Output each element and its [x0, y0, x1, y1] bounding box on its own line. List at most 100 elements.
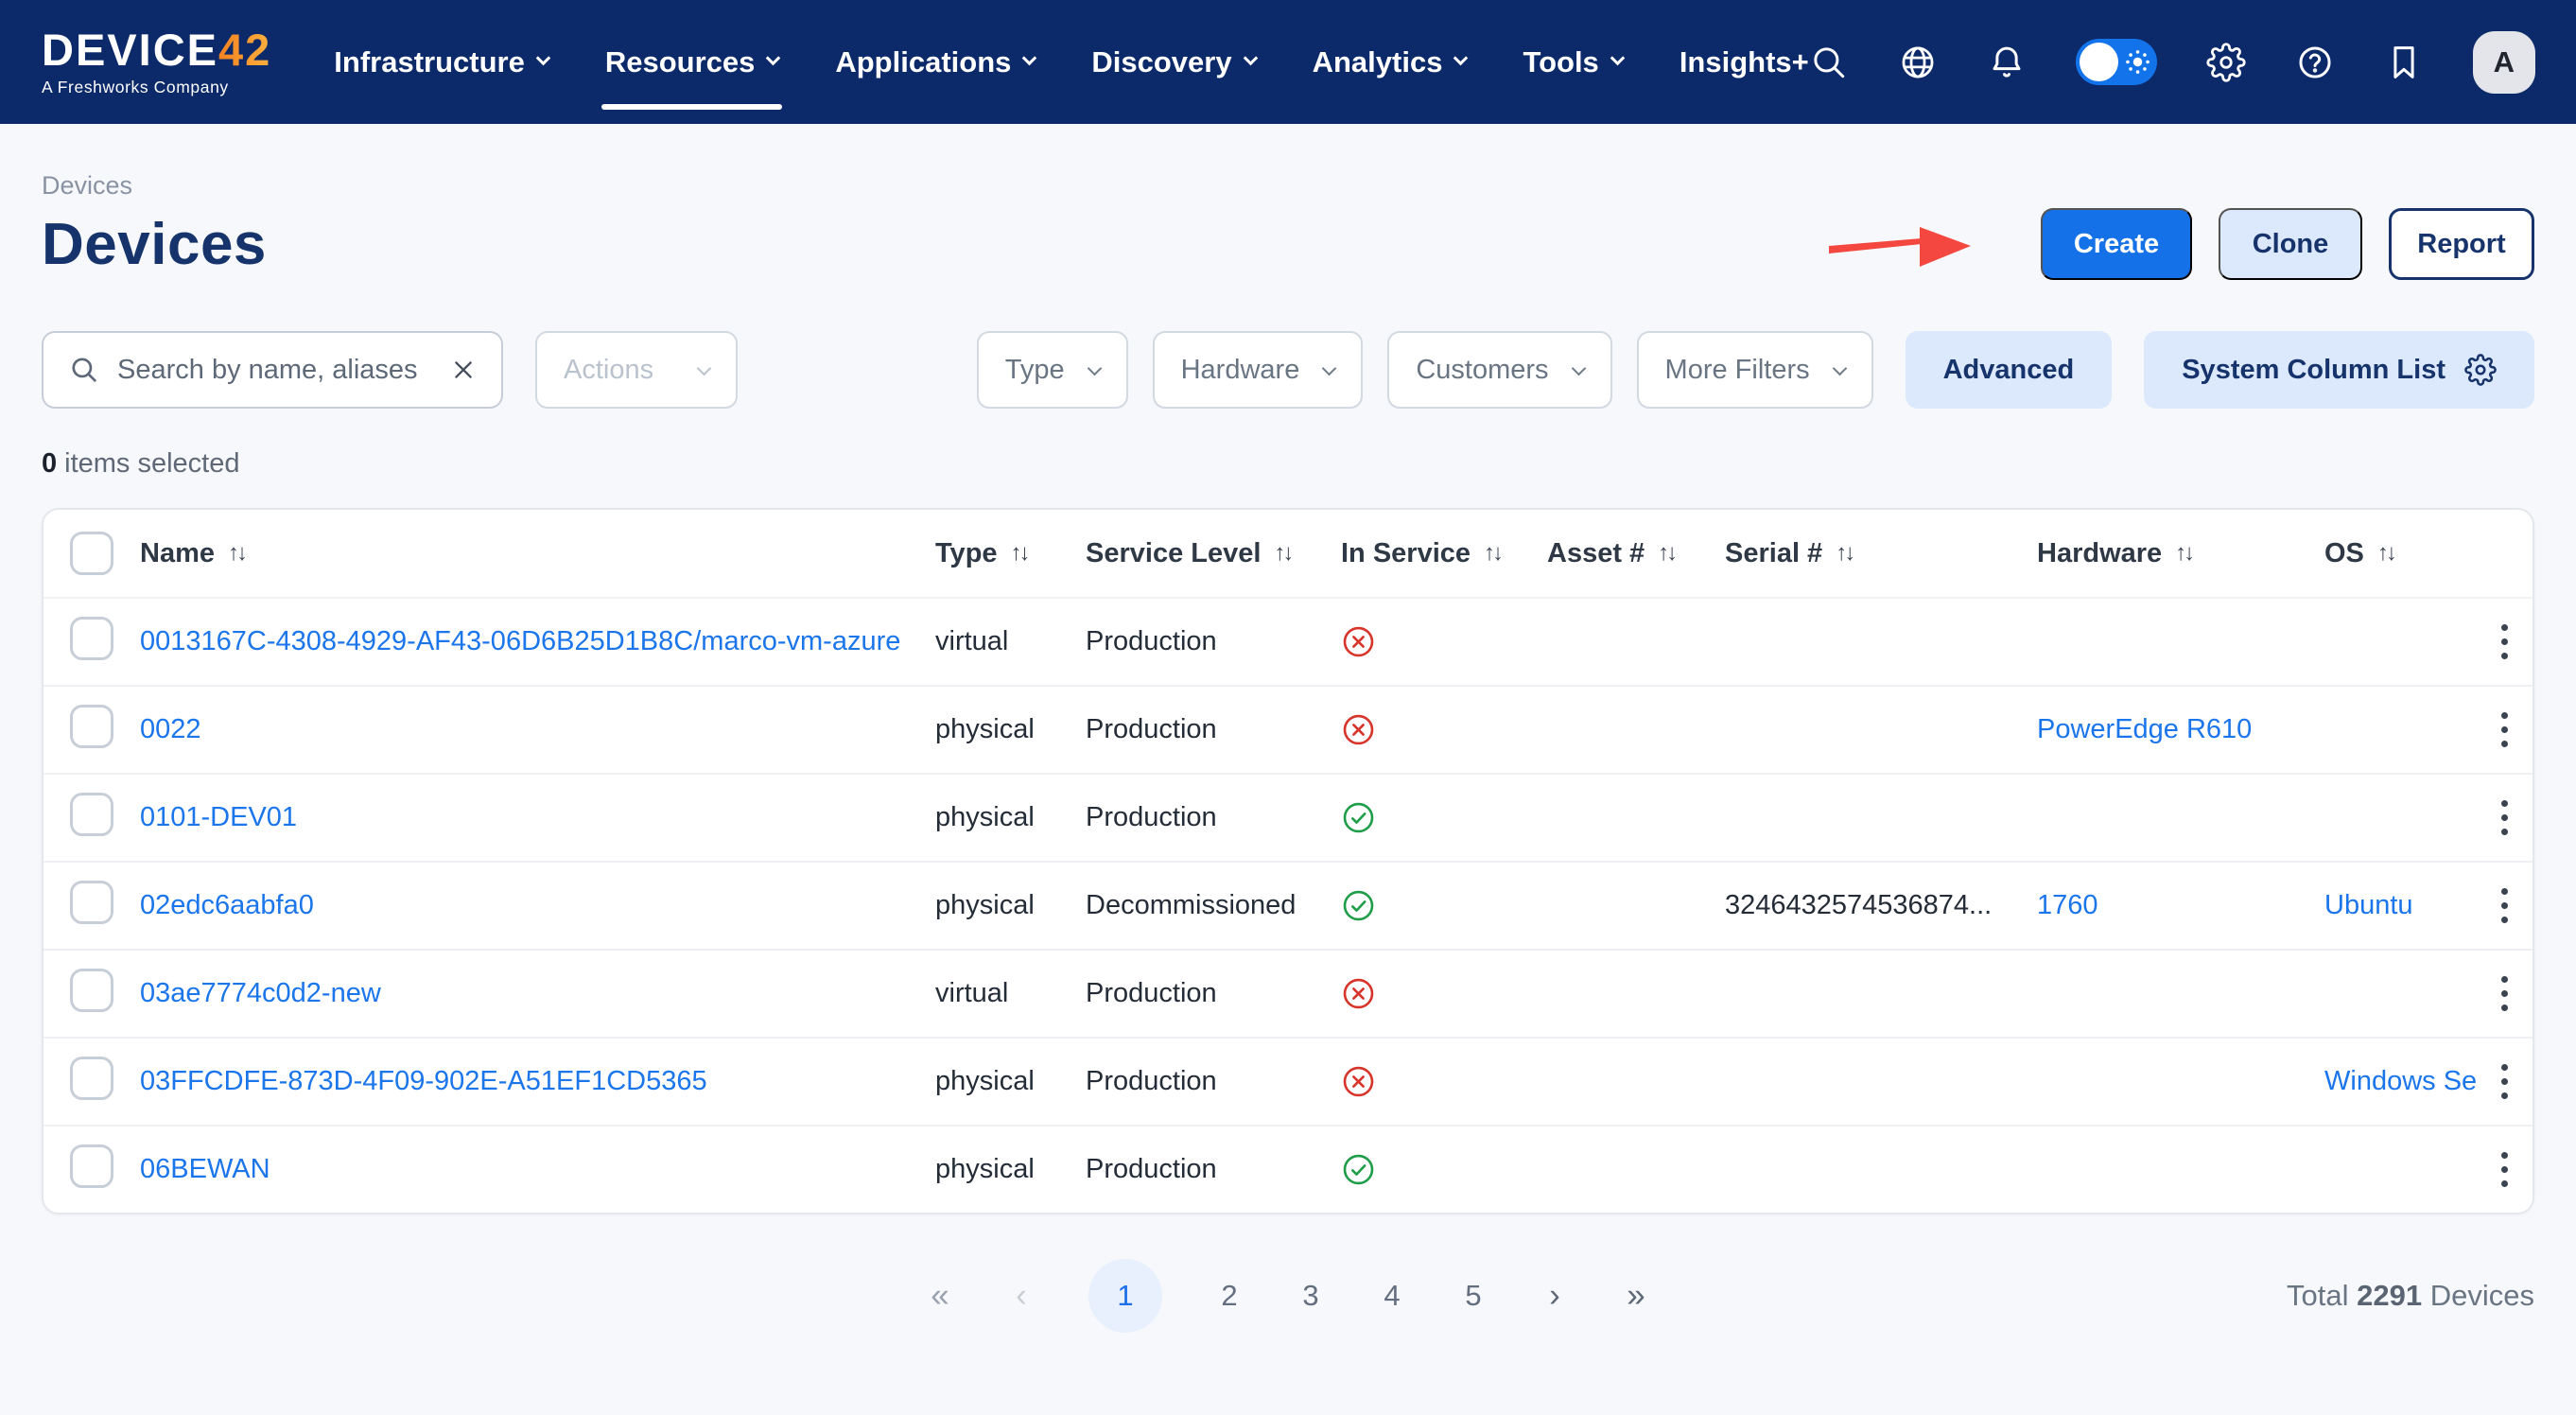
column-label: Asset # — [1547, 538, 1645, 569]
in-service-status — [1341, 712, 1547, 747]
column-label: Service Level — [1086, 538, 1261, 569]
avatar[interactable]: A — [2473, 31, 2535, 94]
search-input[interactable] — [117, 355, 433, 386]
report-button[interactable]: Report — [2389, 208, 2534, 280]
nav-item-tools[interactable]: Tools — [1523, 45, 1622, 79]
row-actions-kebab-icon[interactable] — [2494, 881, 2515, 931]
device-name-link[interactable]: 0022 — [140, 714, 201, 744]
row-actions-kebab-icon[interactable] — [2494, 793, 2515, 843]
pagination-page-3[interactable]: 3 — [1297, 1279, 1325, 1313]
sort-icon[interactable]: ↑↓ — [1484, 540, 1501, 567]
breadcrumb[interactable]: Devices — [42, 171, 2534, 201]
pagination: « ‹ 1 2 3 4 5 › » — [926, 1259, 1650, 1333]
chevron-down-icon — [766, 51, 781, 66]
row-checkbox[interactable] — [70, 793, 113, 836]
theme-toggle[interactable] — [2076, 39, 2157, 85]
pagination-next-icon[interactable]: › — [1540, 1277, 1569, 1315]
header-actions: Create Clone Report — [1829, 208, 2534, 280]
column-header-asset: Asset # ↑↓ — [1547, 538, 1725, 569]
in-service-status — [1341, 1152, 1547, 1187]
clear-search-icon[interactable] — [450, 357, 477, 383]
nav-item-resources[interactable]: Resources — [605, 45, 779, 79]
pagination-page-5[interactable]: 5 — [1459, 1279, 1488, 1313]
logo-tagline: A Freshworks Company — [42, 79, 271, 96]
page-title: Devices — [42, 211, 267, 278]
in-service-yes-icon — [1341, 800, 1376, 835]
nav-item-discovery[interactable]: Discovery — [1091, 45, 1255, 79]
os-link[interactable]: Ubuntu — [2324, 890, 2413, 920]
in-service-status — [1341, 800, 1547, 835]
device-name-link[interactable]: 02edc6aabfa0 — [140, 890, 314, 920]
in-service-status — [1341, 1064, 1547, 1099]
sun-icon — [2125, 49, 2150, 75]
row-checkbox[interactable] — [70, 1057, 113, 1100]
nav-item-insights[interactable]: Insights+ — [1680, 45, 1809, 79]
total-number: 2291 — [2357, 1279, 2422, 1312]
filter-dropdown-customers[interactable]: Customers — [1387, 331, 1611, 409]
system-column-list-button[interactable]: System Column List — [2144, 331, 2534, 409]
search-icon[interactable] — [1809, 43, 1849, 82]
hardware-link[interactable]: PowerEdge R610 — [2037, 714, 2252, 744]
create-button[interactable]: Create — [2041, 208, 2192, 280]
row-checkbox[interactable] — [70, 969, 113, 1012]
chevron-down-icon — [1571, 360, 1586, 376]
pagination-first-icon[interactable]: « — [926, 1277, 954, 1315]
pagination-last-icon[interactable]: » — [1622, 1277, 1650, 1315]
row-actions-kebab-icon[interactable] — [2494, 705, 2515, 755]
row-actions-kebab-icon[interactable] — [2494, 617, 2515, 667]
column-label: Name — [140, 538, 215, 569]
in-service-status — [1341, 976, 1547, 1011]
in-service-yes-icon — [1341, 888, 1376, 923]
row-checkbox[interactable] — [70, 881, 113, 924]
notifications-bell-icon[interactable] — [1987, 43, 2027, 82]
nav-item-label: Tools — [1523, 45, 1598, 79]
hardware-link[interactable]: 1760 — [2037, 890, 2098, 920]
row-checkbox[interactable] — [70, 705, 113, 748]
filter-label: Type — [1005, 355, 1065, 386]
clone-button[interactable]: Clone — [2219, 208, 2362, 280]
select-all-checkbox[interactable] — [70, 532, 113, 575]
row-actions-kebab-icon[interactable] — [2494, 1057, 2515, 1107]
pagination-page-1[interactable]: 1 — [1088, 1259, 1162, 1333]
device-name-link[interactable]: 03ae7774c0d2-new — [140, 978, 381, 1008]
globe-icon[interactable] — [1898, 43, 1938, 82]
row-actions-kebab-icon[interactable] — [2494, 1144, 2515, 1195]
column-label: Hardware — [2037, 538, 2162, 569]
device42-logo[interactable]: DEVICE42 A Freshworks Company — [42, 27, 271, 96]
bookmark-icon[interactable] — [2384, 43, 2424, 82]
settings-gear-icon[interactable] — [2206, 43, 2246, 82]
device-name-link[interactable]: 0013167C-4308-4929-AF43-06D6B25D1B8C/mar… — [140, 626, 900, 656]
pagination-page-2[interactable]: 2 — [1215, 1279, 1244, 1313]
service-level: Production — [1086, 802, 1341, 833]
nav-item-analytics[interactable]: Analytics — [1313, 45, 1467, 79]
in-service-status — [1341, 888, 1547, 923]
sort-icon[interactable]: ↑↓ — [1011, 540, 1028, 567]
sort-icon[interactable]: ↑↓ — [2377, 540, 2394, 567]
filter-dropdown-type[interactable]: Type — [977, 331, 1128, 409]
sort-icon[interactable]: ↑↓ — [1658, 540, 1675, 567]
sort-icon[interactable]: ↑↓ — [2175, 540, 2192, 567]
table-row: 0022 physical Production PowerEdge R610 — [44, 685, 2532, 773]
device-name-link[interactable]: 03FFCDFE-873D-4F09-902E-A51EF1CD5365 — [140, 1066, 707, 1096]
sort-icon[interactable]: ↑↓ — [228, 540, 245, 567]
row-checkbox[interactable] — [70, 617, 113, 660]
actions-dropdown[interactable]: Actions — [535, 331, 738, 409]
device-name-link[interactable]: 06BEWAN — [140, 1154, 270, 1184]
filter-dropdown-hardware[interactable]: Hardware — [1153, 331, 1364, 409]
advanced-button[interactable]: Advanced — [1906, 331, 2113, 409]
pagination-page-4[interactable]: 4 — [1378, 1279, 1406, 1313]
device-name-link[interactable]: 0101-DEV01 — [140, 802, 297, 832]
nav-item-applications[interactable]: Applications — [835, 45, 1035, 79]
sort-icon[interactable]: ↑↓ — [1274, 540, 1291, 567]
search-box — [42, 331, 503, 409]
filter-label: Hardware — [1181, 355, 1300, 386]
sort-icon[interactable]: ↑↓ — [1836, 540, 1853, 567]
row-checkbox[interactable] — [70, 1144, 113, 1188]
os-link[interactable]: Windows Se — [2324, 1066, 2476, 1096]
help-icon[interactable] — [2295, 43, 2335, 82]
filter-dropdown-more-filters[interactable]: More Filters — [1637, 331, 1873, 409]
nav-item-infrastructure[interactable]: Infrastructure — [334, 45, 548, 79]
column-label: Type — [935, 538, 998, 569]
row-actions-kebab-icon[interactable] — [2494, 969, 2515, 1019]
pagination-prev-icon[interactable]: ‹ — [1007, 1277, 1036, 1315]
